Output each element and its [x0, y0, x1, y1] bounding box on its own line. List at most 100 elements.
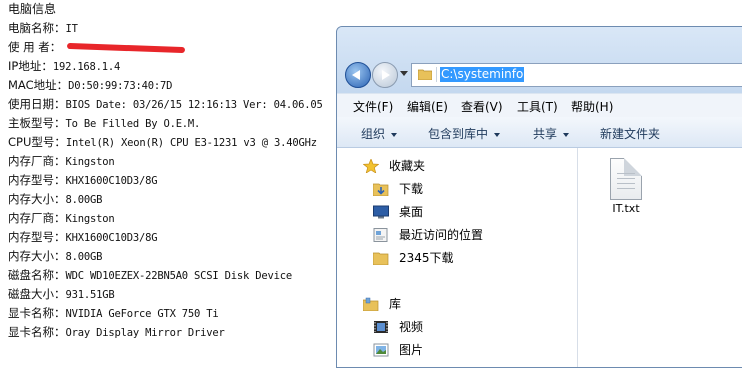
info-value: KHX1600C10D3/8G: [65, 175, 158, 187]
info-row-date: 使用日期：BIOS Date: 03/26/15 12:16:13 Ver: 0…: [8, 95, 338, 114]
info-value: NVIDIA GeForce GTX 750 Ti: [65, 308, 219, 320]
star-icon: [363, 159, 379, 173]
menu-view[interactable]: 查看(V): [461, 98, 503, 115]
recent-pages-dropdown-icon[interactable]: [400, 71, 408, 76]
computer-info-panel: 电脑信息 电脑名称：IT 使 用 者： IP地址：192.168.1.4 MAC…: [8, 0, 338, 342]
info-key: 内存厂商：: [8, 211, 66, 225]
recent-places-icon: [373, 228, 388, 242]
library-icon: [363, 297, 379, 311]
info-key: 显卡名称：: [8, 306, 66, 320]
downloads-folder-icon: [373, 183, 389, 196]
text-file-icon: [610, 158, 642, 200]
info-value: IT: [65, 23, 78, 35]
share-button[interactable]: 共享: [533, 125, 570, 142]
info-key: 磁盘大小：: [8, 287, 66, 301]
info-row-disk-name: 磁盘名称：WDC WD10EZEX-22BN5A0 SCSI Disk Devi…: [8, 266, 338, 285]
info-key: 显卡名称：: [8, 325, 66, 339]
info-key: IP地址：: [8, 59, 53, 73]
info-row-disk-size: 磁盘大小：931.51GB: [8, 285, 338, 304]
info-value: Kingston: [65, 156, 115, 168]
info-row-mem-vendor: 内存厂商：Kingston: [8, 152, 338, 171]
nav-item-label: 视频: [399, 320, 424, 334]
explorer-window: C:\systeminfo 文件(F) 编辑(E) 查看(V) 工具(T) 帮助…: [336, 26, 742, 368]
folder-icon: [418, 69, 432, 80]
file-item[interactable]: IT.txt: [598, 158, 654, 215]
menu-edit[interactable]: 编辑(E): [407, 98, 448, 115]
info-row-mem-model: 内存型号：KHX1600C10D3/8G: [8, 228, 338, 247]
info-key: 内存型号：: [8, 173, 66, 187]
back-button[interactable]: [345, 62, 371, 88]
info-key: 使 用 者：: [8, 40, 62, 54]
include-in-library-label: 包含到库中: [428, 127, 489, 141]
nav-item-label: 2345下载: [399, 251, 454, 265]
info-key: 使用日期：: [8, 97, 66, 111]
videos-icon: [374, 321, 388, 333]
address-path[interactable]: C:\systeminfo: [440, 67, 525, 82]
nav-libraries-label: 库: [389, 297, 402, 311]
info-value: Oray Display Mirror Driver: [65, 327, 225, 339]
info-key: 内存型号：: [8, 230, 66, 244]
nav-favorites-label: 收藏夹: [389, 159, 426, 173]
folder-icon: [373, 252, 389, 265]
info-key: 主板型号：: [8, 116, 66, 130]
navigation-pane: 收藏夹 下载 桌面 最近访问的位置 2345下载 库 视频 图片: [337, 148, 577, 367]
info-value: BIOS Date: 03/26/15 12:16:13 Ver: 04.06.…: [65, 99, 323, 111]
address-separator: [436, 67, 437, 82]
info-value: WDC WD10EZEX-22BN5A0 SCSI Disk Device: [65, 270, 293, 282]
info-row-mem-vendor: 内存厂商：Kingston: [8, 209, 338, 228]
include-in-library-button[interactable]: 包含到库中: [428, 125, 501, 142]
menu-help[interactable]: 帮助(H): [571, 98, 613, 115]
info-row-mem-size: 内存大小：8.00GB: [8, 190, 338, 209]
menu-tools[interactable]: 工具(T): [517, 98, 558, 115]
file-name: IT.txt: [612, 202, 640, 215]
navigation-area: C:\systeminfo: [337, 27, 742, 93]
info-key: CPU型号：: [8, 135, 66, 149]
info-key: 磁盘名称：: [8, 268, 66, 282]
chevron-down-icon: [563, 132, 570, 137]
info-value: KHX1600C10D3/8G: [65, 232, 158, 244]
info-key: 内存大小：: [8, 249, 66, 263]
organize-label: 组织: [361, 127, 386, 141]
info-value: 8.00GB: [65, 194, 103, 206]
nav-item-label: 图片: [399, 343, 424, 357]
file-list-area[interactable]: IT.txt: [578, 148, 742, 367]
info-value: To Be Filled By O.E.M.: [65, 118, 201, 130]
pictures-icon: [373, 343, 389, 357]
info-row-computer-name: 电脑名称：IT: [8, 19, 338, 38]
redaction-mark: [67, 42, 186, 53]
info-row-user: 使 用 者：: [8, 38, 338, 57]
info-row-gpu: 显卡名称：NVIDIA GeForce GTX 750 Ti: [8, 304, 338, 323]
info-key: 电脑名称：: [8, 21, 66, 35]
chevron-down-icon: [494, 132, 501, 137]
info-row-board: 主板型号：To Be Filled By O.E.M.: [8, 114, 338, 133]
info-row-mem-size: 内存大小：8.00GB: [8, 247, 338, 266]
info-value: D0:50:99:73:40:7D: [68, 80, 173, 92]
menu-bar: 文件(F) 编辑(E) 查看(V) 工具(T) 帮助(H): [337, 93, 742, 118]
share-label: 共享: [533, 127, 558, 141]
nav-item-label: 桌面: [399, 205, 424, 219]
info-value: 192.168.1.4: [52, 61, 121, 73]
info-key: 内存大小：: [8, 192, 66, 206]
info-row-gpu: 显卡名称：Oray Display Mirror Driver: [8, 323, 338, 342]
info-value: 931.51GB: [65, 289, 115, 301]
info-row-cpu: CPU型号：Intel(R) Xeon(R) CPU E3-1231 v3 @ …: [8, 133, 338, 152]
info-key: MAC地址：: [8, 78, 69, 92]
organize-button[interactable]: 组织: [361, 125, 398, 142]
info-row-ip: IP地址：192.168.1.4: [8, 57, 338, 76]
nav-item-label: 下载: [399, 182, 424, 196]
info-title: 电脑信息: [8, 2, 57, 16]
info-value: Intel(R) Xeon(R) CPU E3-1231 v3 @ 3.40GH…: [65, 137, 317, 149]
nav-item-label: 最近访问的位置: [399, 228, 484, 242]
info-key: 内存厂商：: [8, 154, 66, 168]
new-folder-button[interactable]: 新建文件夹: [600, 125, 660, 142]
desktop-icon: [373, 205, 389, 219]
menu-file[interactable]: 文件(F): [353, 98, 393, 115]
info-value: Kingston: [65, 213, 115, 225]
command-bar: 组织 包含到库中 共享 新建文件夹: [337, 117, 742, 148]
info-row-mem-model: 内存型号：KHX1600C10D3/8G: [8, 171, 338, 190]
address-bar[interactable]: C:\systeminfo: [411, 63, 742, 87]
chevron-down-icon: [391, 132, 398, 137]
forward-button[interactable]: [372, 62, 398, 88]
info-value: 8.00GB: [65, 251, 103, 263]
new-folder-label: 新建文件夹: [600, 127, 661, 141]
